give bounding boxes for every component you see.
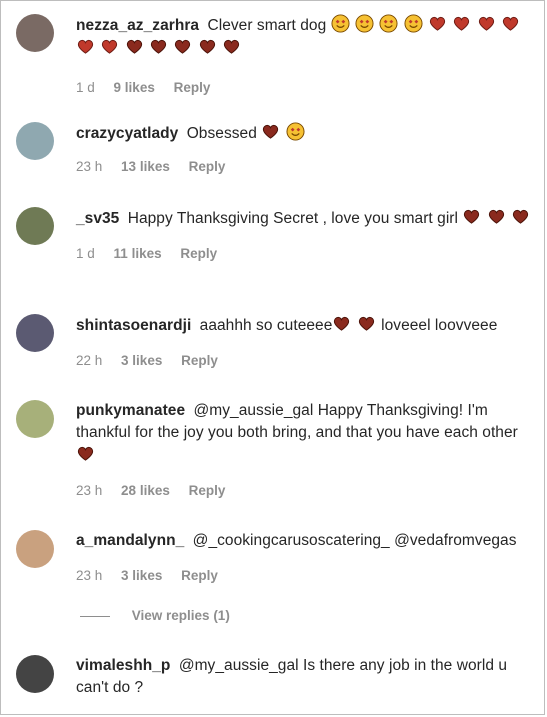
heart-icon — [478, 16, 494, 31]
avatar[interactable] — [16, 122, 54, 160]
comment-meta: 1 d 11 likes Reply — [76, 246, 533, 261]
heart-icon — [334, 316, 350, 331]
comment-username[interactable]: nezza_az_zarhra — [76, 17, 199, 34]
comment-time[interactable]: 1 d — [76, 80, 95, 95]
comment-time[interactable]: 23 h — [76, 159, 102, 174]
reply-button[interactable]: Reply — [174, 80, 211, 95]
comment-meta: 22 h 3 likes Reply — [76, 353, 533, 368]
view-replies-button[interactable]: View replies (1) — [80, 608, 230, 623]
comment-username[interactable]: vimaleshh_p — [76, 657, 170, 674]
comment-username[interactable]: punkymanatee — [76, 402, 185, 419]
comment-likes[interactable]: 28 likes — [121, 483, 170, 498]
reply-button[interactable]: Reply — [181, 353, 218, 368]
grin-hearts-icon — [379, 14, 398, 33]
comment-meta: 1 d 9 likes Reply — [76, 80, 533, 95]
avatar[interactable] — [16, 14, 54, 52]
comment-username[interactable]: crazycyatlady — [76, 125, 178, 142]
heart-icon — [224, 39, 240, 54]
heart-icon — [454, 16, 470, 31]
heart-icon — [358, 316, 374, 331]
reply-button[interactable]: Reply — [189, 483, 226, 498]
heart-icon — [102, 39, 118, 54]
comment-meta: 23 h 28 likes Reply — [76, 483, 533, 498]
avatar[interactable] — [16, 207, 54, 245]
grin-hearts-icon — [355, 14, 374, 33]
heart-icon — [488, 209, 504, 224]
avatar[interactable] — [16, 314, 54, 352]
heart-icon — [150, 39, 167, 54]
comment-time[interactable]: 1 d — [76, 246, 95, 261]
reply-button[interactable]: Reply — [181, 568, 218, 583]
comment-text-after: loveeel loovveee — [381, 317, 498, 334]
comment-likes[interactable]: 9 likes — [114, 80, 155, 95]
comment-meta: 23 h 3 likes Reply — [76, 568, 533, 583]
avatar[interactable] — [16, 655, 54, 693]
heart-icon — [175, 39, 191, 54]
comment-time[interactable]: 22 h — [76, 353, 102, 368]
comment-username[interactable]: a_mandalynn_ — [76, 532, 184, 549]
comment-text: Obsessed — [186, 125, 257, 142]
comment-time[interactable]: 23 h — [76, 568, 102, 583]
heart-icon — [199, 39, 215, 54]
reply-button[interactable]: Reply — [180, 246, 217, 261]
grin-hearts-icon — [404, 14, 423, 33]
heart-icon — [503, 16, 519, 31]
avatar[interactable] — [16, 400, 54, 438]
divider — [80, 615, 110, 617]
grin-hearts-icon — [331, 14, 350, 33]
comment-likes[interactable]: 3 likes — [121, 568, 162, 583]
heart-icon — [429, 16, 446, 31]
comment-mention[interactable]: @_cookingcarusoscatering_ — [193, 532, 390, 549]
comment-mention[interactable]: @my_aussie_gal — [179, 657, 299, 674]
heart-icon — [263, 124, 279, 139]
comment-text: Clever smart dog — [207, 17, 327, 34]
comment-likes[interactable]: 3 likes — [121, 353, 162, 368]
comment-username[interactable]: shintasoenardji — [76, 317, 191, 334]
comment-username[interactable]: _sv35 — [76, 210, 119, 227]
heart-icon — [512, 209, 529, 224]
comment-likes[interactable]: 13 likes — [121, 159, 170, 174]
comment-time[interactable]: 23 h — [76, 483, 102, 498]
heart-icon — [77, 446, 94, 461]
comment-mention[interactable]: @vedafromvegas — [394, 532, 516, 549]
heart-icon — [126, 39, 142, 54]
comment-mention[interactable]: @my_aussie_gal — [194, 402, 314, 419]
view-replies-label[interactable]: View replies (1) — [132, 608, 230, 623]
comment-text: Happy Thanksgiving Secret , love you sma… — [127, 210, 459, 227]
grin-hearts-icon — [286, 122, 305, 141]
reply-button[interactable]: Reply — [189, 159, 226, 174]
heart-icon — [77, 39, 94, 54]
heart-icon — [464, 209, 480, 224]
comment-text: aaahhh so cuteeee — [199, 317, 333, 334]
avatar[interactable] — [16, 530, 54, 568]
comment-meta: 23 h 13 likes Reply — [76, 159, 533, 174]
comment-likes[interactable]: 11 likes — [114, 246, 162, 261]
